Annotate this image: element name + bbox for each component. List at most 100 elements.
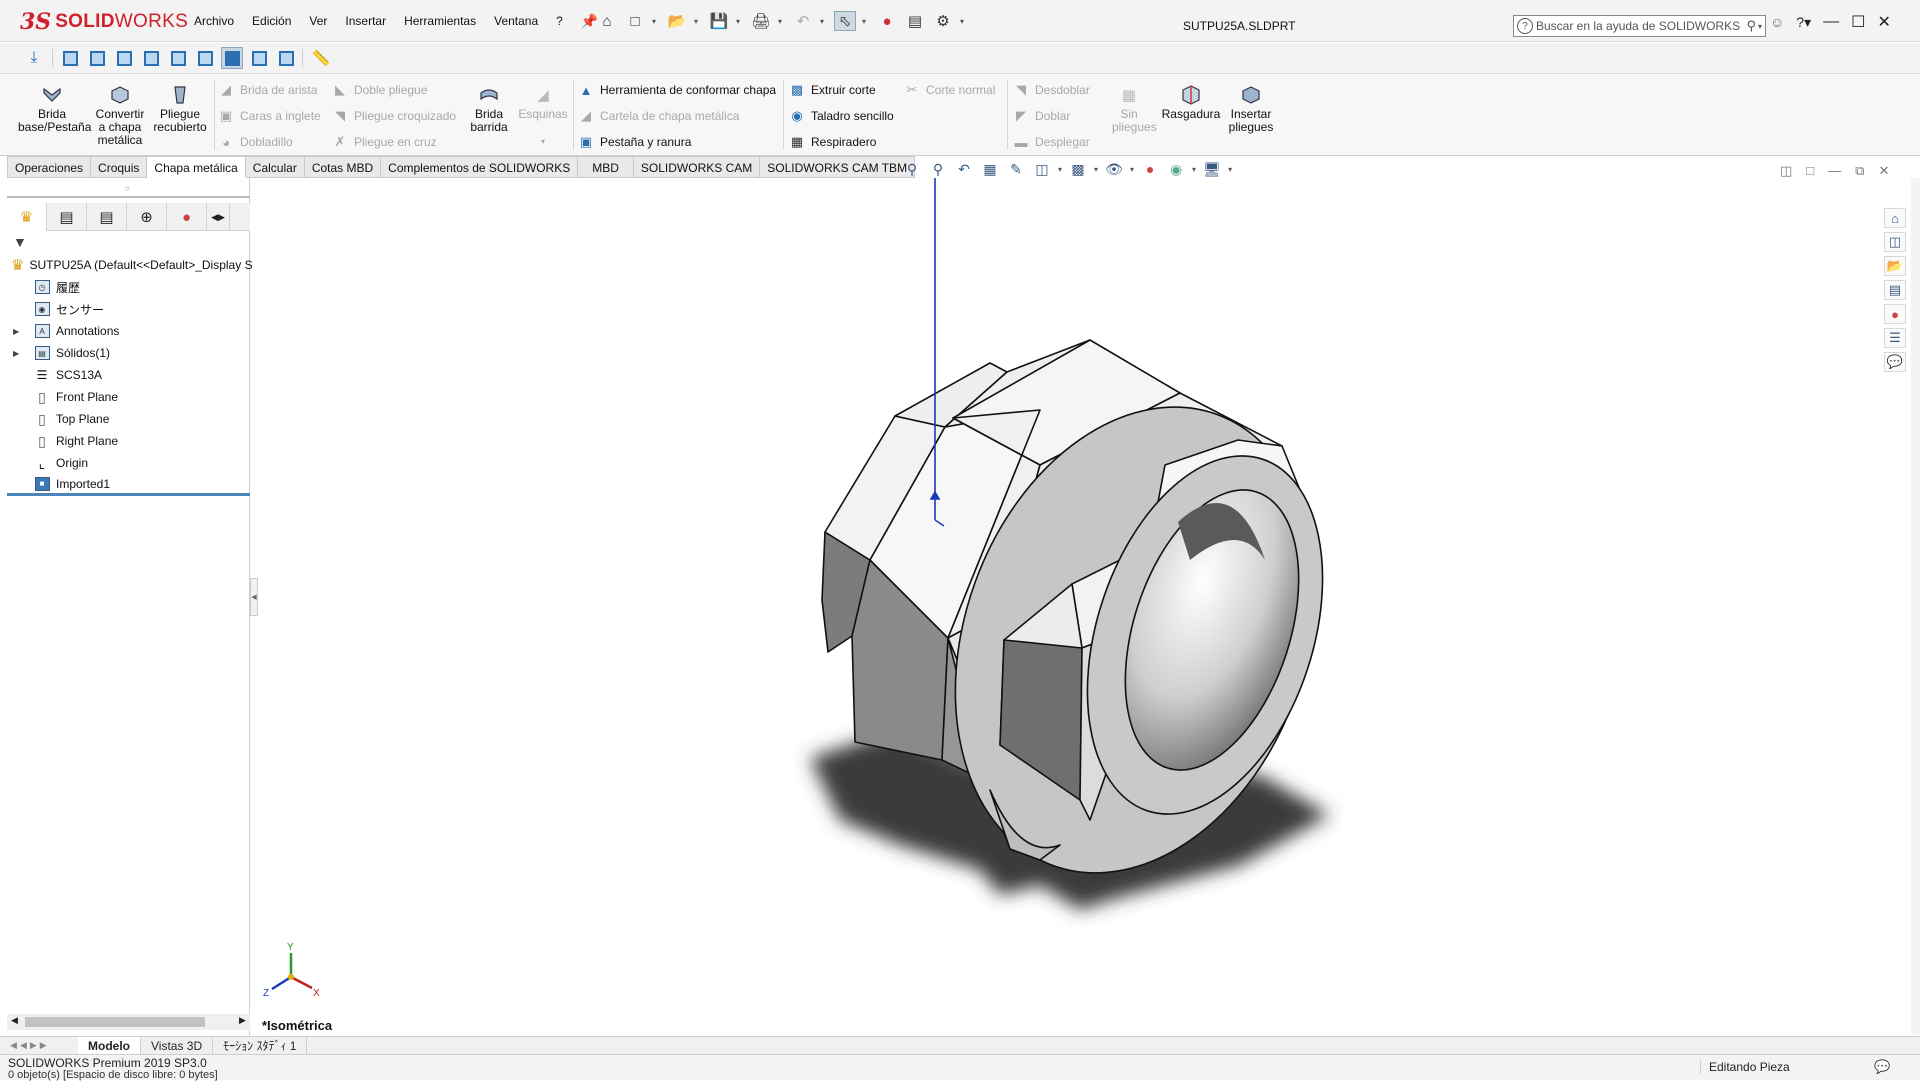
file-explorer-icon[interactable]: 📂 (1884, 256, 1906, 276)
graphics-area[interactable]: Y X Z (252, 178, 1882, 1034)
expand-arrow-icon[interactable]: ▶ (13, 349, 19, 358)
help-search-input[interactable]: ? Buscar en la ayuda de SOLIDWORKS ⚲ ▾ (1513, 15, 1766, 37)
viewport-minimize-icon[interactable]: — (1828, 163, 1841, 179)
tab-modelo[interactable]: Modelo (78, 1036, 141, 1055)
home-icon[interactable]: ⌂ (596, 11, 618, 31)
viewport-restore-icon[interactable]: ⧉ (1855, 163, 1864, 179)
rasgadura-button[interactable]: Rasgadura (1160, 84, 1222, 121)
view-settings-icon[interactable]: 🖥 (1202, 160, 1222, 178)
menu-edicion[interactable]: Edición (243, 14, 300, 28)
menu-herramientas[interactable]: Herramientas (395, 14, 485, 28)
trimetric-view-icon[interactable] (248, 47, 270, 69)
solidworks-resources-icon[interactable]: ⌂ (1884, 208, 1906, 228)
tree-item-history[interactable]: ◷ 履歴 (7, 276, 250, 298)
doble-pliegue-button[interactable]: ◣ Doble pliegue (332, 82, 427, 98)
brida-arista-button[interactable]: ◢ Brida de arista (218, 82, 317, 98)
desdoblar-button[interactable]: ◥ Desdoblar (1013, 82, 1090, 98)
corte-normal-button[interactable]: ✂ Corte normal (904, 82, 996, 98)
scroll-left-icon[interactable]: ◀ (11, 1015, 18, 1026)
appearances-icon[interactable]: ● (1884, 304, 1906, 324)
graphics-vertical-scrollbar[interactable] (1911, 178, 1920, 1034)
desplegar-button[interactable]: ▬ Desplegar (1013, 134, 1090, 150)
doblar-button[interactable]: ◤ Doblar (1013, 108, 1070, 124)
tree-item-front-plane[interactable]: ▯ Front Plane (7, 386, 250, 408)
panel-drag-bar[interactable] (7, 196, 250, 198)
viewport-tile-icon[interactable]: □ (1806, 163, 1814, 179)
forum-icon[interactable]: 💬 (1884, 352, 1906, 372)
tab-solidworks-cam-tbm[interactable]: SOLIDWORKS CAM TBM (760, 156, 916, 178)
configuration-manager-tab-icon[interactable]: ▤ (87, 203, 127, 231)
isometric-view-icon[interactable] (221, 47, 243, 69)
new-document-icon[interactable]: □ (624, 11, 646, 31)
normal-to-icon[interactable]: ⤓ (23, 47, 45, 69)
menu-ventana[interactable]: Ventana (485, 14, 547, 28)
front-view-icon[interactable] (59, 47, 81, 69)
chevron-down-icon[interactable]: ▾ (862, 17, 870, 26)
chevron-down-icon[interactable]: ▾ (778, 17, 786, 26)
maximize-icon[interactable]: ☐ (1851, 12, 1865, 32)
tree-item-origin[interactable]: ⌞ Origin (7, 452, 250, 474)
cartela-button[interactable]: ◢ Cartela de chapa metálica (578, 108, 739, 124)
taladro-sencillo-button[interactable]: ◉ Taladro sencillo (789, 108, 893, 124)
tree-item-solid-bodies[interactable]: ▶ ▤ Sólidos(1) (7, 342, 250, 364)
right-view-icon[interactable] (140, 47, 162, 69)
dynamic-annotation-icon[interactable]: ✎ (1006, 160, 1026, 178)
tab-calcular[interactable]: Calcular (245, 156, 305, 178)
section-view-icon[interactable]: ▦ (980, 160, 1000, 178)
insertar-pliegues-button[interactable]: Insertar pliegues (1222, 84, 1280, 134)
design-library-icon[interactable]: ◫ (1884, 232, 1906, 252)
tree-item-top-plane[interactable]: ▯ Top Plane (7, 408, 250, 430)
previous-view-icon[interactable]: ↶ (954, 160, 974, 178)
menu-insertar[interactable]: Insertar (336, 14, 395, 28)
dimetric-view-icon[interactable] (275, 47, 297, 69)
panel-collapse-handle[interactable]: ○ (125, 184, 130, 193)
tree-item-imported1[interactable]: ■ Imported1 (7, 474, 250, 496)
chevron-down-icon[interactable]: ▾ (518, 135, 568, 148)
pliegue-recubierto-button[interactable]: Pliegue recubierto (152, 84, 208, 134)
chevron-down-icon[interactable]: ▾ (1094, 165, 1098, 174)
measure-icon[interactable]: 📏 (310, 47, 332, 69)
feature-manager-tab-icon[interactable]: ♛ (7, 203, 47, 231)
left-view-icon[interactable] (113, 47, 135, 69)
pliegue-cruz-button[interactable]: ✗ Pliegue en cruz (332, 134, 437, 150)
tab-scroll-arrows[interactable]: ◀◀▶▶ (0, 1040, 78, 1051)
chevron-down-icon[interactable]: ▾ (694, 17, 702, 26)
apply-scene-icon[interactable]: ◉ (1166, 160, 1186, 178)
back-view-icon[interactable] (86, 47, 108, 69)
tab-mbd[interactable]: MBD (578, 156, 634, 178)
dimxpert-manager-tab-icon[interactable]: ⊕ (127, 203, 167, 231)
custom-properties-icon[interactable]: ☰ (1884, 328, 1906, 348)
top-view-icon[interactable] (167, 47, 189, 69)
tree-item-right-plane[interactable]: ▯ Right Plane (7, 430, 250, 452)
tab-complementos[interactable]: Complementos de SOLIDWORKS (381, 156, 579, 178)
zoom-to-fit-icon[interactable]: ⚲ (902, 160, 922, 178)
extruir-corte-button[interactable]: ▩ Extruir corte (789, 82, 876, 98)
property-manager-tab-icon[interactable]: ▤ (47, 203, 87, 231)
solidworks-logo[interactable]: 3S SOLIDWORKS (20, 8, 188, 36)
caras-inglete-button[interactable]: ▣ Caras a inglete (218, 108, 321, 124)
chevron-down-icon[interactable]: ▾ (820, 17, 828, 26)
filter-icon[interactable]: ▼ (13, 234, 27, 250)
select-pointer-icon[interactable]: ⬁ (834, 11, 856, 31)
brida-base-button[interactable]: Brida base/Pestaña (18, 84, 91, 134)
tab-motion-study[interactable]: ﾓｰｼｮﾝ ｽﾀﾃﾞｨ 1 (213, 1036, 308, 1055)
tab-croquis[interactable]: Croquis (91, 156, 148, 178)
view-palette-icon[interactable]: ▤ (1884, 280, 1906, 300)
open-folder-icon[interactable]: 📂 (666, 11, 688, 31)
tab-solidworks-cam[interactable]: SOLIDWORKS CAM (633, 156, 761, 178)
menu-ver[interactable]: Ver (300, 14, 336, 28)
tab-cotas-mbd[interactable]: Cotas MBD (304, 156, 382, 178)
menu-help[interactable]: ? (547, 14, 572, 28)
chevron-down-icon[interactable]: ▾ (1758, 22, 1762, 31)
respiradero-button[interactable]: ▦ Respiradero (789, 134, 877, 150)
zoom-to-area-icon[interactable]: ⚲ (928, 160, 948, 178)
pliegue-croquizado-button[interactable]: ◥ Pliegue croquizado (332, 108, 456, 124)
close-icon[interactable]: ✕ (1877, 12, 1890, 32)
tab-vistas-3d[interactable]: Vistas 3D (141, 1036, 214, 1055)
convertir-chapa-button[interactable]: Convertir a chapa metálica (94, 84, 146, 147)
tree-item-material[interactable]: ☰ SCS13A (7, 364, 250, 386)
viewport-split-icon[interactable]: ◫ (1780, 163, 1792, 179)
chevron-down-icon[interactable]: ▾ (1130, 165, 1134, 174)
menu-archivo[interactable]: Archivo (185, 14, 243, 28)
bottom-view-icon[interactable] (194, 47, 216, 69)
